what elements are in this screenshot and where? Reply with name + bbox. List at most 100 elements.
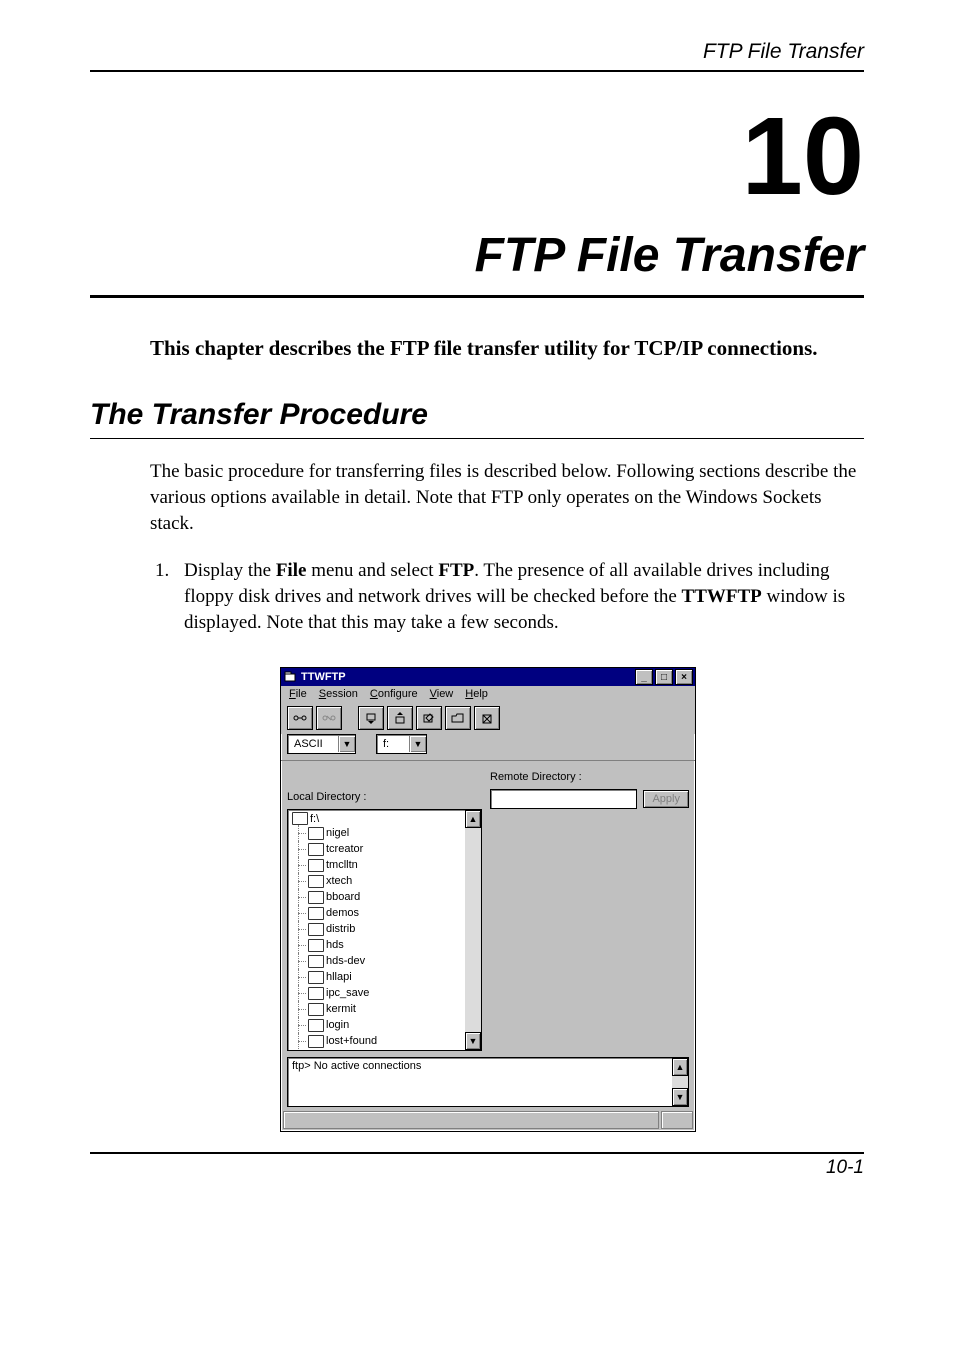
- running-header: FTP File Transfer: [90, 40, 864, 72]
- tree-item-label: kermit: [326, 1001, 356, 1017]
- menu-help[interactable]: Help: [465, 688, 488, 700]
- tree-item[interactable]: tmclltn: [292, 857, 477, 873]
- folder-closed-icon: [308, 907, 324, 920]
- scrollbar[interactable]: ▲ ▼: [672, 1058, 688, 1106]
- maximize-button[interactable]: □: [655, 669, 673, 685]
- folder-closed-icon: [308, 939, 324, 952]
- menu-view[interactable]: View: [430, 688, 454, 700]
- toolbar: [281, 702, 695, 734]
- step-1: Display the File menu and select FTP. Th…: [174, 558, 864, 635]
- local-tree[interactable]: f:\ nigeltcreatortmclltnxtechbboarddemos…: [287, 809, 482, 1051]
- menubar: File Session Configure View Help: [281, 686, 695, 702]
- intro-paragraph: This chapter describes the FTP file tran…: [150, 334, 864, 362]
- tree-item-label: distrib: [326, 921, 355, 937]
- folder-closed-icon: [308, 1003, 324, 1016]
- tree-item-label: bboard: [326, 889, 360, 905]
- tree-item[interactable]: hds: [292, 937, 477, 953]
- status-cell-small: [661, 1111, 693, 1129]
- tree-item[interactable]: xtech: [292, 873, 477, 889]
- tree-item-label: xtech: [326, 873, 352, 889]
- menu-file[interactable]: File: [289, 688, 307, 700]
- tree-item-label: ipc_save: [326, 985, 369, 1001]
- folder-icon[interactable]: [445, 706, 471, 730]
- folder-closed-icon: [308, 1019, 324, 1032]
- transfer-mode-combo[interactable]: ASCII ▼: [287, 734, 356, 754]
- menu-configure[interactable]: Configure: [370, 688, 418, 700]
- tree-item[interactable]: tcreator: [292, 841, 477, 857]
- tree-item[interactable]: bboard: [292, 889, 477, 905]
- apply-button[interactable]: Apply: [643, 790, 689, 808]
- delete-icon[interactable]: [474, 706, 500, 730]
- tree-item[interactable]: login: [292, 1017, 477, 1033]
- statusbar: [283, 1111, 693, 1129]
- tree-item-label: demos: [326, 905, 359, 921]
- download-icon[interactable]: [387, 706, 413, 730]
- connect-icon[interactable]: [287, 706, 313, 730]
- tree-item[interactable]: lost+found: [292, 1033, 477, 1049]
- tree-item-label: lost+found: [326, 1033, 377, 1049]
- transfer-mode-value: ASCII: [288, 738, 338, 750]
- tree-item-label: hllapi: [326, 969, 352, 985]
- chapter-title: FTP File Transfer: [90, 222, 864, 298]
- folder-open-icon: [292, 812, 308, 825]
- body-paragraph: The basic procedure for transferring fil…: [150, 459, 864, 536]
- remote-directory-input[interactable]: [490, 789, 637, 809]
- app-icon: [283, 670, 297, 684]
- tree-item-label: login: [326, 1017, 349, 1033]
- status-cell: [283, 1111, 659, 1129]
- console-text: ftp> No active connections: [292, 1060, 421, 1072]
- tree-item-label: tcreator: [326, 841, 363, 857]
- local-directory-label: Local Directory :: [287, 791, 366, 803]
- main-panel: Local Directory : f:\ nigeltcreatortmcll…: [281, 760, 695, 1057]
- folder-closed-icon: [308, 827, 324, 840]
- folder-closed-icon: [308, 971, 324, 984]
- minimize-button[interactable]: _: [635, 669, 653, 685]
- rename-icon[interactable]: [416, 706, 442, 730]
- tree-item[interactable]: kermit: [292, 1001, 477, 1017]
- tree-item[interactable]: ipc_save: [292, 985, 477, 1001]
- scroll-up-icon[interactable]: ▲: [672, 1058, 688, 1076]
- tree-root[interactable]: f:\: [292, 812, 477, 825]
- scroll-down-icon[interactable]: ▼: [672, 1088, 688, 1106]
- folder-closed-icon: [308, 923, 324, 936]
- chevron-down-icon[interactable]: ▼: [409, 736, 426, 752]
- tree-item[interactable]: nigel: [292, 825, 477, 841]
- page-footer: 10-1: [90, 1152, 864, 1179]
- section-title: The Transfer Procedure: [90, 398, 864, 439]
- tree-item[interactable]: demos: [292, 905, 477, 921]
- step1-text: Display the: [184, 560, 276, 581]
- tree-item-label: hds: [326, 937, 344, 953]
- close-button[interactable]: ×: [675, 669, 693, 685]
- step1-file: File: [276, 560, 307, 581]
- tree-item[interactable]: hllapi: [292, 969, 477, 985]
- step1-text2: menu and select: [306, 560, 438, 581]
- folder-closed-icon: [308, 891, 324, 904]
- folder-closed-icon: [308, 955, 324, 968]
- step1-ttwftp: TTWFTP: [682, 586, 762, 607]
- tree-item-label: nigel: [326, 825, 349, 841]
- tree-item-label: tmclltn: [326, 857, 358, 873]
- ttwftp-window: TTWFTP _ □ × File Session Configure View…: [280, 667, 696, 1132]
- tree-item-label: hds-dev: [326, 953, 365, 969]
- menu-session[interactable]: Session: [319, 688, 358, 700]
- drive-value: f:: [377, 738, 409, 750]
- folder-closed-icon: [308, 1035, 324, 1048]
- window-title: TTWFTP: [301, 671, 346, 683]
- remote-directory-label: Remote Directory :: [490, 771, 582, 783]
- tree-root-label: f:\: [310, 813, 319, 825]
- scrollbar[interactable]: ▲ ▼: [465, 810, 481, 1050]
- upload-icon[interactable]: [358, 706, 384, 730]
- tree-item[interactable]: hds-dev: [292, 953, 477, 969]
- folder-closed-icon: [308, 987, 324, 1000]
- drive-combo[interactable]: f: ▼: [376, 734, 427, 754]
- chapter-number: 10: [90, 102, 864, 212]
- scroll-up-icon[interactable]: ▲: [465, 810, 481, 828]
- scroll-down-icon[interactable]: ▼: [465, 1032, 481, 1050]
- folder-closed-icon: [308, 875, 324, 888]
- step-list: Display the File menu and select FTP. Th…: [150, 558, 864, 635]
- titlebar[interactable]: TTWFTP _ □ ×: [281, 668, 695, 686]
- chevron-down-icon[interactable]: ▼: [338, 736, 355, 752]
- ftp-console[interactable]: ftp> No active connections ▲ ▼: [287, 1057, 689, 1107]
- disconnect-icon[interactable]: [316, 706, 342, 730]
- tree-item[interactable]: distrib: [292, 921, 477, 937]
